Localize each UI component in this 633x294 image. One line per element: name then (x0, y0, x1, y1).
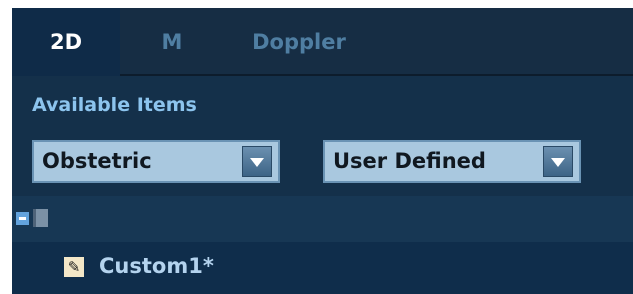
available-items-label: Available Items (32, 94, 197, 116)
item-group-select[interactable]: User Defined (323, 140, 581, 183)
tab-m[interactable]: M (120, 8, 224, 76)
tree-root-row[interactable] (12, 196, 633, 242)
tree-item-label: Custom1* (99, 254, 214, 278)
book-icon (33, 209, 48, 227)
collapse-icon[interactable] (16, 212, 29, 225)
tab-bar: 2D M Doppler (12, 8, 633, 76)
exam-type-select[interactable]: Obstetric (32, 140, 280, 183)
chevron-down-icon[interactable] (543, 146, 573, 177)
exam-type-value: Obstetric (42, 149, 152, 173)
chevron-down-icon[interactable] (242, 146, 272, 177)
tab-2d[interactable]: 2D (12, 8, 120, 76)
available-items-tree: ✎ Custom1* (12, 196, 633, 294)
item-group-value: User Defined (333, 149, 486, 173)
tab-doppler[interactable]: Doppler (224, 8, 374, 76)
measurement-tool-icon: ✎ (64, 257, 84, 277)
tree-item-custom1[interactable]: ✎ Custom1* (12, 242, 633, 294)
